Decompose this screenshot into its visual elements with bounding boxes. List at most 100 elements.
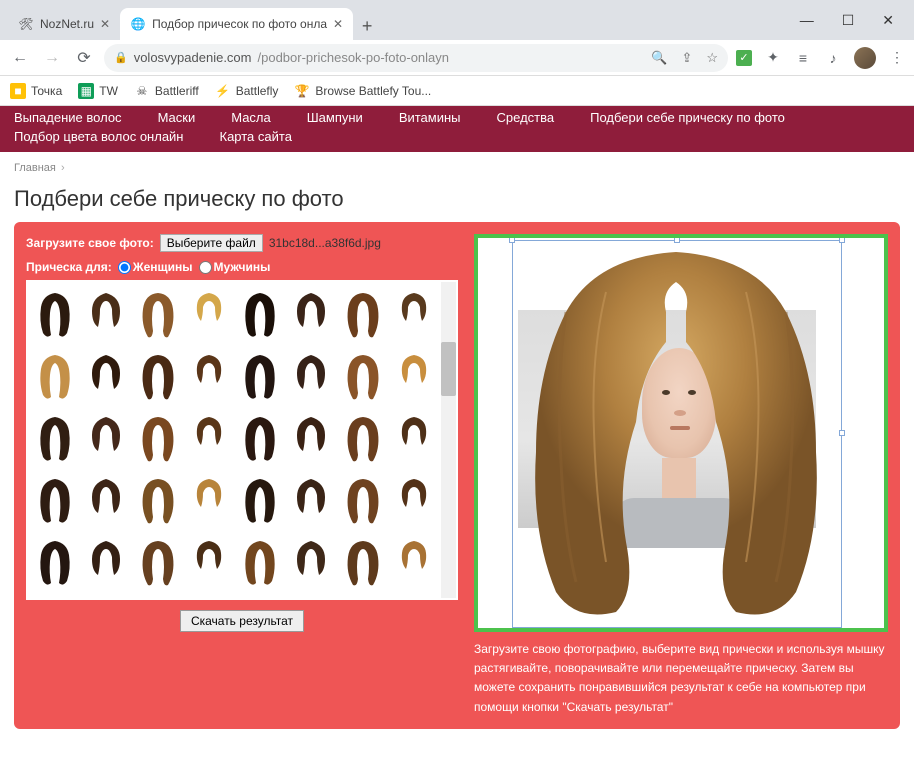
nav-item[interactable]: Маски <box>158 110 196 125</box>
resize-handle[interactable] <box>839 237 845 243</box>
nav-item[interactable]: Карта сайта <box>220 129 292 144</box>
hairstyle-thumbnail[interactable] <box>32 534 78 592</box>
hairstyle-thumbnail[interactable] <box>83 348 129 406</box>
hairstyle-thumbnail[interactable] <box>340 534 386 592</box>
hairstyle-thumbnail[interactable] <box>340 286 386 344</box>
female-label[interactable]: Женщины <box>133 260 193 274</box>
choose-file-button[interactable]: Выберите файл <box>160 234 263 252</box>
gender-label: Прическа для: <box>26 260 112 274</box>
hairstyle-thumbnail[interactable] <box>135 286 181 344</box>
search-icon[interactable]: 🔍 <box>651 50 667 66</box>
bookmark-battlefly[interactable]: ⚡Battlefly <box>215 83 279 99</box>
tab-noznet[interactable]: 🛠 NozNet.ru ✕ <box>8 8 120 40</box>
hairstyle-thumbnail[interactable] <box>186 472 232 530</box>
minimize-button[interactable]: — <box>800 12 814 28</box>
hairstyle-thumbnail[interactable] <box>135 348 181 406</box>
hairstyle-thumbnail[interactable] <box>83 472 129 530</box>
hairstyle-thumbnail[interactable] <box>83 534 129 592</box>
hairstyle-thumbnail[interactable] <box>32 410 78 468</box>
download-button[interactable]: Скачать результат <box>180 610 304 632</box>
scrollbar-track[interactable] <box>441 282 456 598</box>
nav-item[interactable]: Средства <box>497 110 555 125</box>
hairstyle-thumbnail[interactable] <box>391 348 437 406</box>
hairstyle-thumbnail[interactable] <box>237 348 283 406</box>
maximize-button[interactable]: ☐ <box>842 12 855 29</box>
menu-icon[interactable]: ⋮ <box>888 49 906 67</box>
hairstyle-thumbnail[interactable] <box>288 348 334 406</box>
hairstyle-thumbnail[interactable] <box>288 534 334 592</box>
puzzle-icon[interactable]: ✦ <box>764 49 782 67</box>
resize-handle[interactable] <box>509 237 515 243</box>
hairstyle-thumbnail[interactable] <box>32 348 78 406</box>
check-extension-icon[interactable]: ✓ <box>736 50 752 66</box>
hairstyle-thumbnail[interactable] <box>288 410 334 468</box>
preview-column: Загрузите свою фотографию, выберите вид … <box>474 234 888 717</box>
male-label[interactable]: Мужчины <box>214 260 271 274</box>
globe-icon: 🌐 <box>130 16 146 32</box>
tab-hairstyle[interactable]: 🌐 Подбор причесок по фото онла ✕ <box>120 8 353 40</box>
hairstyle-thumbnail[interactable] <box>237 534 283 592</box>
instructions-text: Загрузите свою фотографию, выберите вид … <box>474 640 888 717</box>
scrollbar-thumb[interactable] <box>441 342 456 396</box>
skull-icon: ☠ <box>134 83 150 99</box>
close-icon[interactable]: ✕ <box>100 17 110 31</box>
hairstyle-thumbnail[interactable] <box>237 410 283 468</box>
url-input[interactable]: 🔒 volosvypadenie.com/podbor-prichesok-po… <box>104 44 728 72</box>
hairstyle-thumbnail[interactable] <box>391 410 437 468</box>
hairstyle-thumbnail[interactable] <box>32 472 78 530</box>
trophy-icon: 🏆 <box>294 83 310 99</box>
music-icon[interactable]: ♪ <box>824 49 842 67</box>
hairstyle-thumbnail[interactable] <box>83 410 129 468</box>
nav-item[interactable]: Подбор цвета волос онлайн <box>14 129 184 144</box>
nav-item[interactable]: Шампуни <box>307 110 363 125</box>
nav-item[interactable]: Витамины <box>399 110 461 125</box>
nav-item[interactable]: Выпадение волос <box>14 110 122 125</box>
hairstyle-thumbnail[interactable] <box>288 472 334 530</box>
list-icon[interactable]: ≡ <box>794 49 812 67</box>
folder-icon: ■ <box>10 83 26 99</box>
tab-title: NozNet.ru <box>40 17 94 31</box>
bookmark-tw[interactable]: ▦TW <box>78 83 118 99</box>
close-icon[interactable]: ✕ <box>333 17 343 31</box>
resize-handle[interactable] <box>674 237 680 243</box>
breadcrumb-home[interactable]: Главная <box>14 162 56 174</box>
close-window-button[interactable]: ✕ <box>882 12 894 29</box>
upload-label: Загрузите свое фото: <box>26 236 154 250</box>
preview-canvas[interactable] <box>474 234 888 632</box>
hairstyle-thumbnail[interactable] <box>135 472 181 530</box>
resize-handle[interactable] <box>839 430 845 436</box>
hairstyle-thumbnail[interactable] <box>186 534 232 592</box>
hairstyle-thumbnail[interactable] <box>340 348 386 406</box>
hairstyle-thumbnail[interactable] <box>135 534 181 592</box>
hairstyle-thumbnail[interactable] <box>340 410 386 468</box>
nav-item[interactable]: Масла <box>231 110 271 125</box>
radio-female[interactable] <box>118 261 131 274</box>
new-tab-button[interactable]: + <box>353 12 381 40</box>
hairstyle-thumbnail[interactable] <box>391 286 437 344</box>
hairstyle-thumbnail[interactable] <box>391 472 437 530</box>
hairstyle-thumbnail[interactable] <box>186 410 232 468</box>
radio-male[interactable] <box>199 261 212 274</box>
reload-button[interactable]: ⟳ <box>72 46 96 70</box>
hairstyle-thumbnail[interactable] <box>288 286 334 344</box>
hairstyle-thumbnail[interactable] <box>32 286 78 344</box>
hairstyle-thumbnail[interactable] <box>186 286 232 344</box>
hairstyle-thumbnail[interactable] <box>83 286 129 344</box>
hairstyle-thumbnail[interactable] <box>135 410 181 468</box>
hairstyle-thumbnail[interactable] <box>340 472 386 530</box>
bookmark-battlefy[interactable]: 🏆Browse Battlefy Tou... <box>294 83 431 99</box>
share-icon[interactable]: ⇪ <box>681 50 692 66</box>
hairstyle-thumbnail[interactable] <box>237 286 283 344</box>
hairstyle-thumbnail[interactable] <box>237 472 283 530</box>
back-button[interactable]: ← <box>8 46 32 70</box>
hairstyle-thumbnail[interactable] <box>391 534 437 592</box>
selection-box[interactable] <box>512 240 842 628</box>
bookmark-battleriff[interactable]: ☠Battleriff <box>134 83 199 99</box>
hairstyle-gallery <box>26 280 458 600</box>
bookmark-tochka[interactable]: ■Точка <box>10 83 62 99</box>
nav-item[interactable]: Подбери себе прическу по фото <box>590 110 785 125</box>
hairstyle-thumbnail[interactable] <box>186 348 232 406</box>
profile-avatar[interactable] <box>854 47 876 69</box>
forward-button[interactable]: → <box>40 46 64 70</box>
star-icon[interactable]: ☆ <box>706 50 718 66</box>
